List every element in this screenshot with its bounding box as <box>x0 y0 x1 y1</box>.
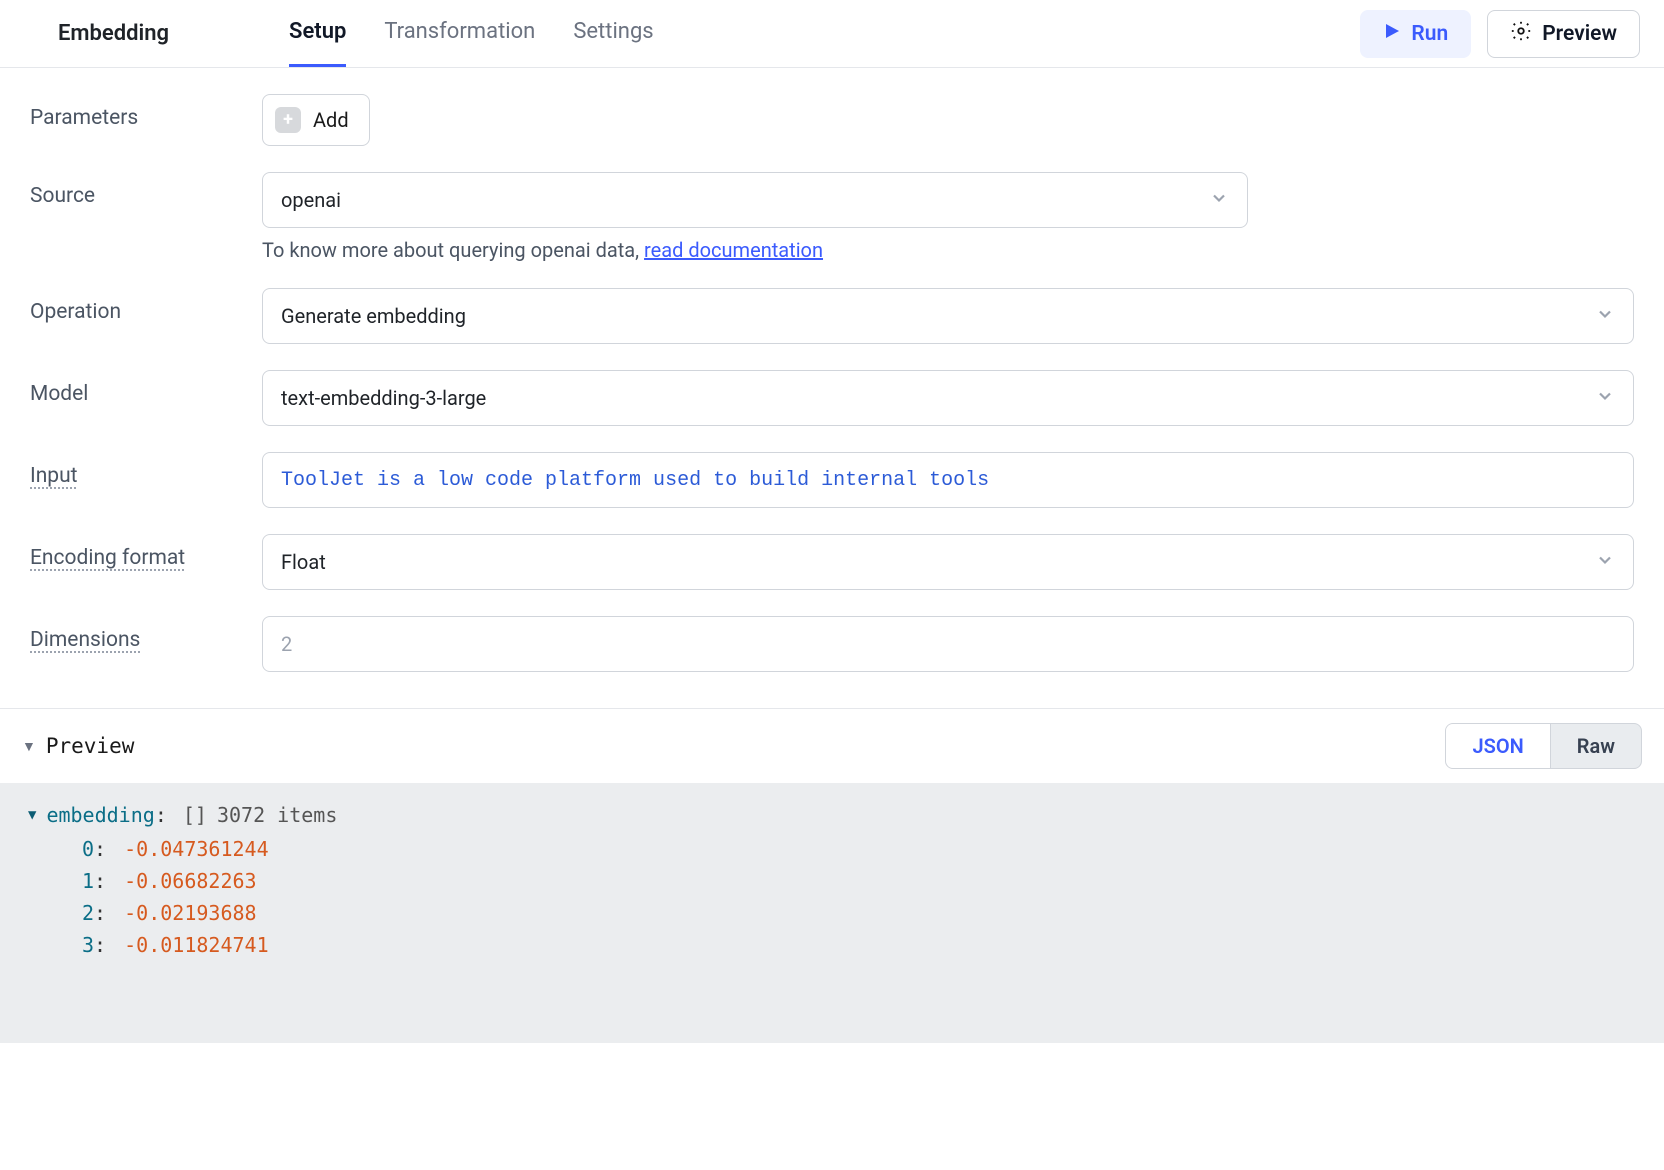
tab-transformation[interactable]: Transformation <box>384 0 535 67</box>
encoding-value: Float <box>281 550 326 574</box>
json-value: -0.02193688 <box>124 901 256 925</box>
json-item: 3: -0.011824741 <box>82 933 1636 957</box>
source-helper: To know more about querying openai data,… <box>262 238 1634 262</box>
view-toggle: JSON Raw <box>1445 723 1642 769</box>
header-actions: Run Preview <box>1360 10 1640 58</box>
input-field[interactable]: ToolJet is a low code platform used to b… <box>262 452 1634 508</box>
preview-button-label: Preview <box>1542 22 1617 46</box>
preview-body: ▼ embedding: [] 3072 items 0: -0.0473612… <box>0 783 1664 1043</box>
model-label: Model <box>30 370 262 406</box>
source-doc-link[interactable]: read documentation <box>644 238 823 262</box>
caret-down-icon[interactable]: ▼ <box>22 738 36 755</box>
source-select[interactable]: openai <box>262 172 1248 228</box>
model-value: text-embedding-3-large <box>281 386 486 410</box>
add-parameter-button[interactable]: + Add <box>262 94 370 146</box>
json-index: 2: <box>82 901 112 925</box>
caret-down-icon: ▼ <box>28 807 36 823</box>
operation-label: Operation <box>30 288 262 324</box>
source-value: openai <box>281 188 341 212</box>
preview-header: ▼ Preview JSON Raw <box>0 709 1664 783</box>
json-item: 0: -0.047361244 <box>82 837 1636 861</box>
json-item: 1: -0.06682263 <box>82 869 1636 893</box>
json-value: -0.047361244 <box>124 837 269 861</box>
tabs: Setup Transformation Settings <box>289 0 654 67</box>
input-value: ToolJet is a low code platform used to b… <box>281 469 989 492</box>
view-raw-button[interactable]: Raw <box>1551 724 1641 768</box>
input-label: Input <box>30 464 78 488</box>
view-json-button[interactable]: JSON <box>1446 724 1550 768</box>
chevron-down-icon <box>1595 550 1615 575</box>
json-value: -0.011824741 <box>124 933 269 957</box>
json-item-count: 3072 items <box>217 803 337 827</box>
model-select[interactable]: text-embedding-3-large <box>262 370 1634 426</box>
parameters-label: Parameters <box>30 94 262 130</box>
dimensions-field[interactable]: 2 <box>262 616 1634 672</box>
tab-settings[interactable]: Settings <box>573 0 653 67</box>
json-item: 2: -0.02193688 <box>82 901 1636 925</box>
plus-icon: + <box>275 107 301 133</box>
add-parameter-label: Add <box>313 108 349 132</box>
chevron-down-icon <box>1209 188 1229 213</box>
preview-section-label: Preview <box>46 734 135 758</box>
page-title: Embedding <box>58 21 169 46</box>
operation-value: Generate embedding <box>281 304 466 328</box>
json-root-row[interactable]: ▼ embedding: [] 3072 items <box>28 803 1636 827</box>
preview-section: ▼ Preview JSON Raw ▼ embedding: [] 3072 … <box>0 708 1664 1043</box>
json-index: 3: <box>82 933 112 957</box>
preview-button[interactable]: Preview <box>1487 10 1640 58</box>
dimensions-placeholder: 2 <box>281 632 292 656</box>
json-children: 0: -0.047361244 1: -0.06682263 2: -0.021… <box>28 837 1636 957</box>
json-index: 0: <box>82 837 112 861</box>
chevron-down-icon <box>1595 386 1615 411</box>
play-icon <box>1383 22 1401 46</box>
eye-icon <box>1510 20 1532 48</box>
json-root-type: [] <box>183 803 207 827</box>
form-area: Parameters + Add Source openai To know m… <box>0 68 1664 708</box>
json-index: 1: <box>82 869 112 893</box>
json-root-key: embedding: <box>46 803 172 827</box>
dimensions-label: Dimensions <box>30 628 140 652</box>
run-button[interactable]: Run <box>1360 10 1471 58</box>
chevron-down-icon <box>1595 304 1615 329</box>
operation-select[interactable]: Generate embedding <box>262 288 1634 344</box>
source-label: Source <box>30 172 262 208</box>
json-value: -0.06682263 <box>124 869 256 893</box>
run-button-label: Run <box>1411 22 1448 46</box>
encoding-label: Encoding format <box>30 546 185 570</box>
header-bar: Embedding Setup Transformation Settings … <box>0 0 1664 68</box>
source-helper-text: To know more about querying openai data, <box>262 238 644 262</box>
encoding-select[interactable]: Float <box>262 534 1634 590</box>
tab-setup[interactable]: Setup <box>289 0 346 67</box>
